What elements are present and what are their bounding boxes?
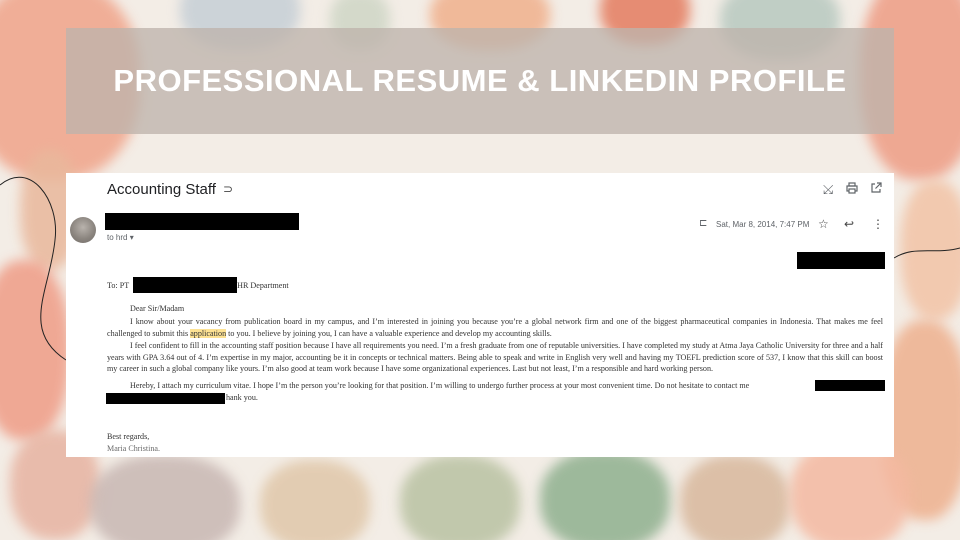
paragraph-2-text: I feel confident to fill in the accounti… [107, 341, 883, 374]
email-date: Sat, Mar 8, 2014, 7:47 PM [716, 220, 810, 229]
recipient-line[interactable]: to hrd ▾ [107, 233, 134, 242]
reply-icon[interactable]: ↩ [844, 217, 854, 231]
letter-to-line: To: PT HR Department [107, 277, 289, 293]
print-icon[interactable] [846, 182, 858, 197]
highlighted-word: application [190, 328, 227, 338]
paragraph-1-end: to you. I believe by joining you, I can … [226, 328, 552, 338]
label-icon[interactable]: ⊏ [699, 218, 707, 229]
paragraph-3-line2: hank you. [226, 393, 258, 402]
avatar [70, 217, 96, 243]
paragraph-3: Hereby, I attach my curriculum vitae. I … [107, 380, 883, 392]
open-in-new-window-icon[interactable] [870, 182, 882, 197]
email-screenshot: Accounting Staff ⊃ ⤩ to hrd ▾ ⊏ Sat, Mar… [66, 173, 894, 457]
paragraph-2: I feel confident to fill in the accounti… [107, 340, 883, 375]
redacted-contact-info [815, 380, 885, 391]
redacted-company-name [133, 277, 238, 293]
star-icon[interactable]: ☆ [818, 217, 829, 231]
to-prefix: To: PT [107, 281, 130, 290]
redacted-header-info [797, 252, 885, 269]
collapse-icon[interactable]: ⤩ [823, 182, 833, 198]
redacted-contact-info-2 [106, 393, 225, 404]
label-forward-icon[interactable]: ⊃ [223, 182, 233, 196]
greeting: Dear Sir/Madam [130, 304, 185, 313]
redacted-sender-name [105, 213, 299, 230]
slide-title: PROFESSIONAL RESUME & LINKEDIN PROFILE [113, 63, 847, 98]
signature: Maria Christina. [107, 444, 161, 453]
recipient-text: to hrd [107, 233, 128, 242]
chevron-down-icon[interactable]: ▾ [130, 233, 134, 242]
paragraph-1: I know about your vacancy from publicati… [107, 316, 883, 339]
paragraph-3-line1: Hereby, I attach my curriculum vitae. I … [130, 381, 750, 390]
email-subject: Accounting Staff [107, 181, 216, 198]
slide-title-band: PROFESSIONAL RESUME & LINKEDIN PROFILE [66, 28, 894, 134]
more-vert-icon[interactable]: ⋮ [872, 217, 884, 231]
closing: Best regards, [107, 432, 150, 441]
to-suffix: HR Department [237, 281, 289, 290]
